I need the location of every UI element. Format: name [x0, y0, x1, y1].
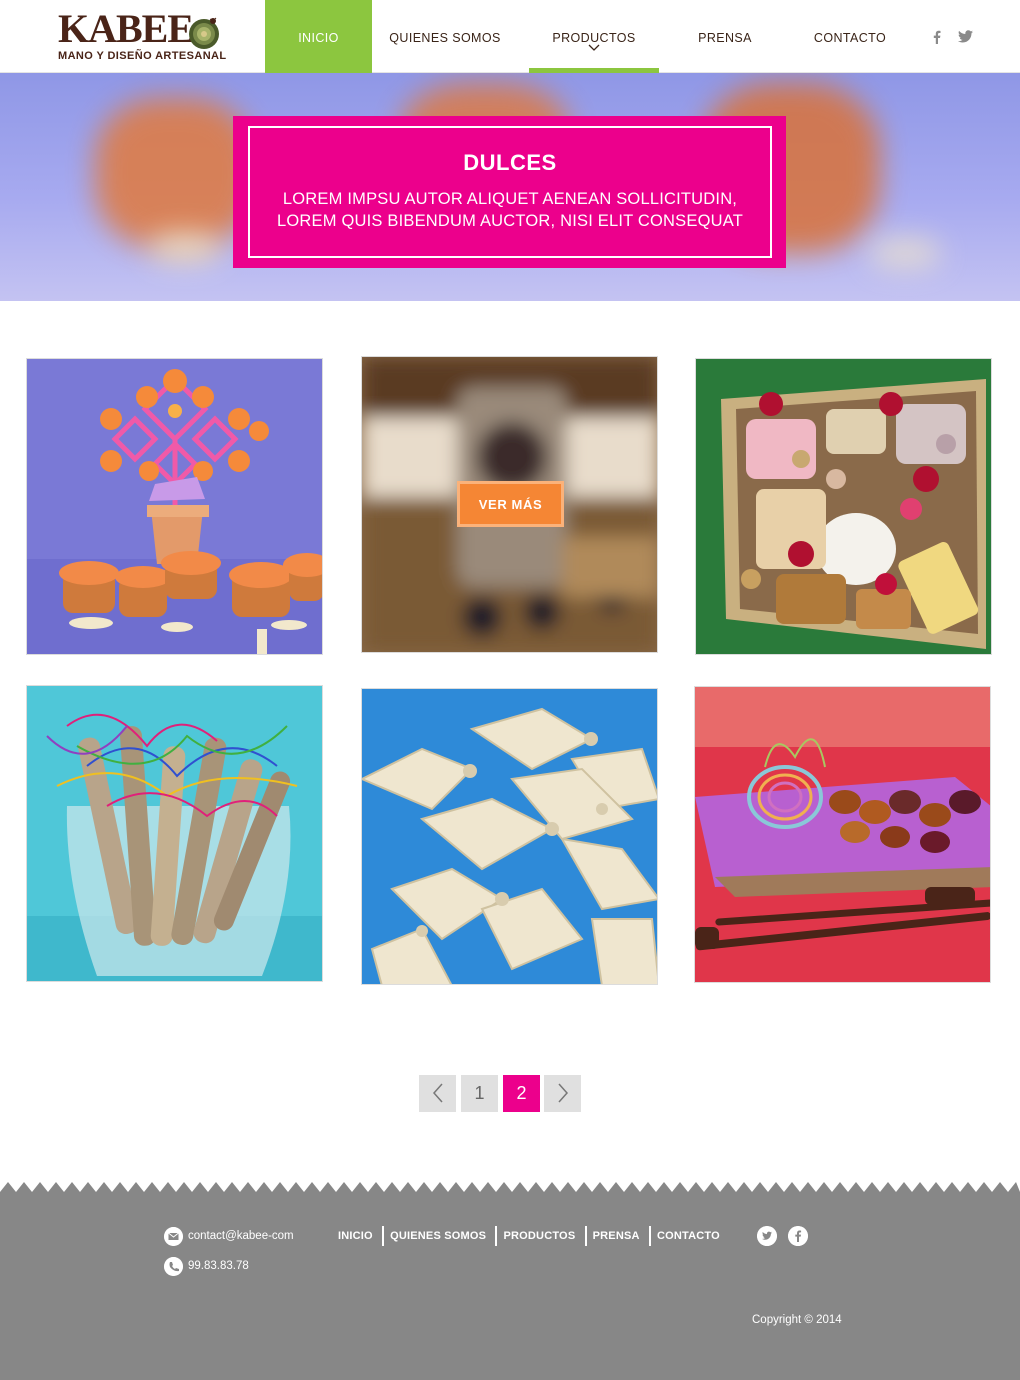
product-card-candy-basket[interactable]: [695, 358, 992, 655]
footer-nav-quienes-somos[interactable]: QUIENES SOMOS: [382, 1226, 492, 1246]
nav-item-contacto[interactable]: CONTACTO: [800, 0, 900, 73]
pagination-page-1[interactable]: 1: [461, 1075, 498, 1112]
chevron-left-icon: [432, 1083, 443, 1103]
product-image: [27, 686, 322, 981]
honeycomb-logo-icon: [189, 17, 219, 49]
twitter-icon[interactable]: [757, 1226, 777, 1246]
footer-nav-contacto[interactable]: CONTACTO: [648, 1226, 726, 1246]
pagination-next-button[interactable]: [544, 1075, 581, 1112]
hero-blurred-stick: [870, 238, 940, 268]
hero-title-frame: DULCES LOREM IMPSU AUTOR ALIQUET AENEAN …: [248, 126, 772, 258]
chevron-down-icon: [588, 44, 600, 51]
phone-icon: [164, 1257, 183, 1276]
logo-tagline: MANO Y DISEÑO ARTESANAL: [58, 50, 227, 62]
nav-item-inicio[interactable]: INICIO: [265, 0, 372, 73]
product-card-dark-jar[interactable]: VER MÁS: [361, 356, 658, 653]
product-card-jars-flower[interactable]: [26, 358, 323, 655]
nav-label: INICIO: [298, 31, 339, 45]
footer-phone-text: 99.83.83.78: [188, 1260, 249, 1272]
hero-subtitle-line: LOREM IMPSU AUTOR ALIQUET AENEAN SOLLICI…: [282, 190, 738, 208]
nav-label: QUIENES SOMOS: [389, 31, 501, 45]
chevron-right-icon: [557, 1083, 568, 1103]
footer-nav-prensa[interactable]: PRENSA: [584, 1226, 646, 1246]
twitter-icon[interactable]: [958, 30, 973, 43]
nav-item-quienes-somos[interactable]: QUIENES SOMOS: [380, 0, 510, 73]
hero-title-box: DULCES LOREM IMPSU AUTOR ALIQUET AENEAN …: [233, 116, 786, 268]
facebook-icon[interactable]: [933, 30, 941, 44]
copyright-text: Copyright © 2014: [752, 1314, 842, 1326]
product-card-husk-candies[interactable]: [361, 688, 658, 985]
pagination-page-2[interactable]: 2: [503, 1075, 540, 1112]
footer-background: [0, 1192, 1020, 1380]
product-card-honey-tray[interactable]: [694, 686, 991, 983]
nav-label: CONTACTO: [813, 31, 887, 45]
product-image: [696, 359, 991, 654]
hero-banner: DULCES LOREM IMPSU AUTOR ALIQUET AENEAN …: [0, 73, 1020, 301]
footer-email-text: contact@kabee-com: [188, 1230, 294, 1242]
facebook-icon[interactable]: [788, 1226, 808, 1246]
hero-subtitle-line: LOREM QUIS BIBENDUM AUCTOR, NISI ELIT CO…: [277, 212, 743, 230]
hero-subtitle: LOREM IMPSU AUTOR ALIQUET AENEAN SOLLICI…: [250, 188, 770, 232]
product-image: [695, 687, 990, 982]
footer-nav: INICIO QUIENES SOMOS PRODUCTOS PRENSA CO…: [338, 1226, 726, 1246]
product-image: [27, 359, 322, 654]
ver-mas-button[interactable]: VER MÁS: [457, 481, 564, 527]
site-header: KABEE MANO Y DISEÑO ARTESANAL INICIO QUI…: [0, 0, 1020, 73]
nav-item-productos[interactable]: PRODUCTOS: [529, 0, 659, 73]
product-image: [362, 689, 657, 984]
logo-wordmark: KABEE: [58, 6, 194, 51]
nav-label: PRODUCTOS: [552, 31, 636, 45]
site-footer: [0, 1180, 1020, 1380]
nav-label: PRENSA: [698, 31, 752, 45]
hero-blurred-stick: [150, 233, 220, 263]
footer-nav-productos[interactable]: PRODUCTOS: [495, 1226, 581, 1246]
envelope-icon: [164, 1227, 183, 1246]
pagination-prev-button[interactable]: [419, 1075, 456, 1112]
product-card-glass-candies[interactable]: [26, 685, 323, 982]
hero-blurred-jar: [95, 98, 255, 248]
logo[interactable]: KABEE MANO Y DISEÑO ARTESANAL: [58, 6, 248, 66]
hero-title: DULCES: [463, 150, 557, 175]
nav-item-prensa[interactable]: PRENSA: [675, 0, 775, 73]
footer-nav-inicio[interactable]: INICIO: [338, 1226, 379, 1246]
